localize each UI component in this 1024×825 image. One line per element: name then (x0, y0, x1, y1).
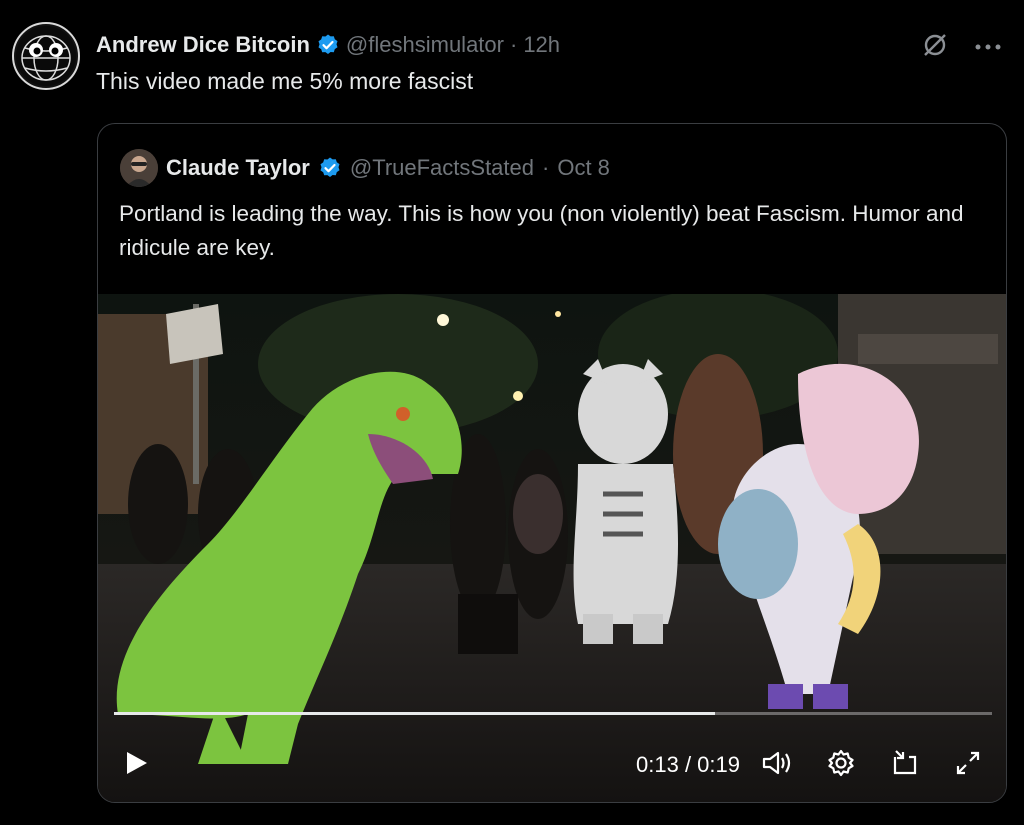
settings-icon[interactable] (826, 748, 856, 778)
quoted-author-avatar[interactable] (120, 149, 158, 187)
quoted-date[interactable]: Oct 8 (557, 155, 610, 181)
verified-badge-icon (318, 156, 342, 180)
quoted-author-handle[interactable]: @TrueFactsStated (350, 155, 534, 181)
tweet-text: This video made me 5% more fascist (96, 68, 474, 94)
fullscreen-icon[interactable] (953, 748, 983, 778)
progress-track[interactable] (114, 712, 992, 715)
tweet-actions (920, 30, 1002, 65)
grok-icon[interactable] (920, 30, 950, 65)
separator-dot: · (509, 32, 518, 57)
author-name[interactable]: Andrew Dice Bitcoin (96, 32, 310, 58)
quoted-tweet[interactable]: Claude Taylor @TrueFactsStated · Oct 8 P… (97, 123, 1007, 803)
video-time: 0:13 / 0:19 (636, 752, 740, 777)
video-player[interactable]: 0:13 / 0:19 (98, 294, 1006, 802)
separator-dot: · (542, 155, 550, 180)
tweet-header: Andrew Dice Bitcoin @fleshsimulator · 12… (96, 30, 560, 60)
video-controls: 0:13 / 0:19 (98, 704, 1006, 802)
author-handle[interactable]: @fleshsimulator (346, 32, 504, 58)
progress-fill (114, 712, 715, 715)
volume-icon[interactable] (761, 748, 791, 778)
quoted-text: Portland is leading the way. This is how… (119, 201, 964, 260)
pip-icon[interactable] (890, 748, 920, 778)
verified-badge-icon (316, 33, 340, 57)
quoted-header: Claude Taylor @TrueFactsStated · Oct 8 (120, 149, 610, 187)
tweet-time[interactable]: 12h (523, 32, 560, 58)
quoted-author-name[interactable]: Claude Taylor (166, 155, 310, 181)
more-icon[interactable] (974, 39, 1002, 57)
play-icon[interactable] (120, 748, 150, 778)
author-avatar[interactable] (12, 22, 80, 90)
